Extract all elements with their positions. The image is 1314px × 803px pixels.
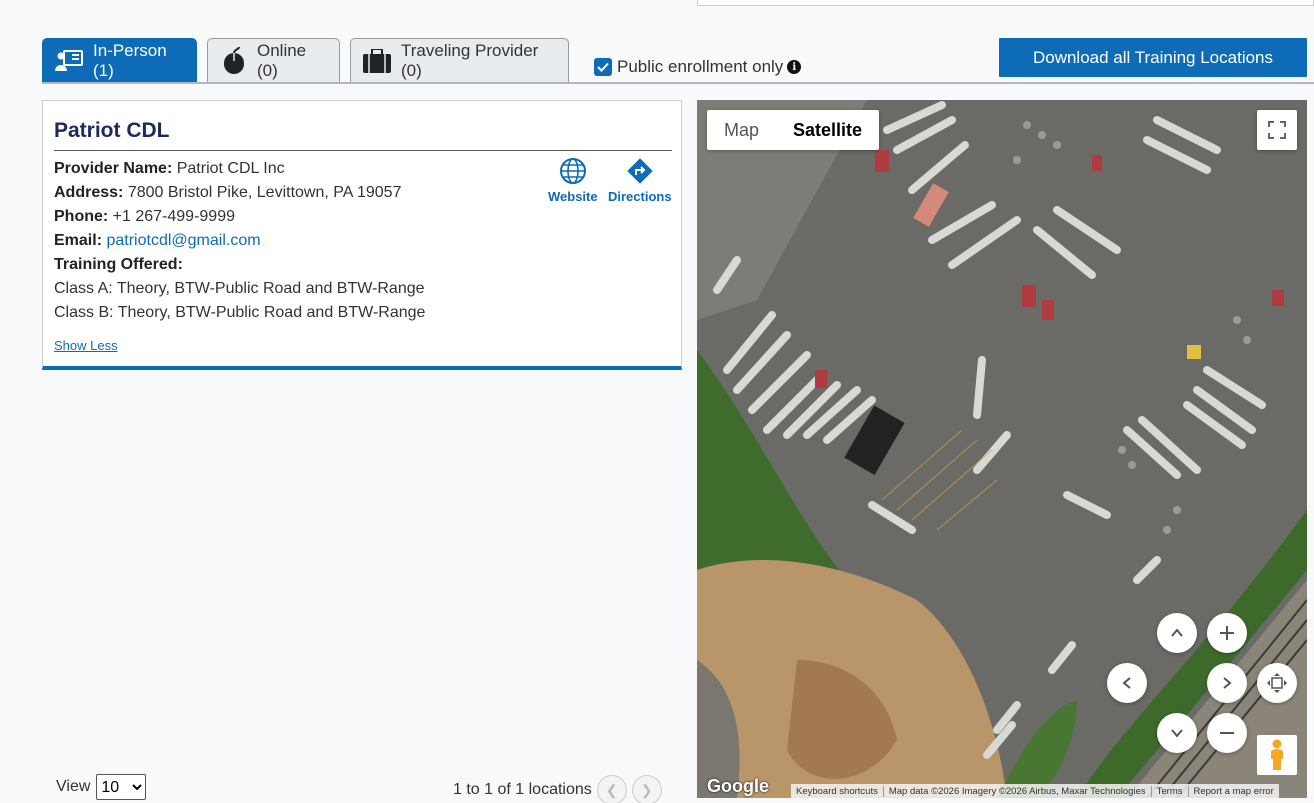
person-card-icon [55,47,83,75]
page-size-control: View 10 [56,774,147,800]
directions-link[interactable]: Directions [608,157,672,204]
download-locations-button[interactable]: Download all Training Locations [999,38,1307,77]
public-enrollment-checkbox[interactable] [594,58,612,76]
map-type-control: Map Satellite [707,110,880,150]
map-type-satellite[interactable]: Satellite [776,110,879,150]
briefcase-icon [363,47,391,75]
public-enrollment-filter[interactable]: Public enrollment only i [594,57,802,77]
pagination: 1 to 1 of 1 locations ❮ ❯ [453,775,662,803]
plus-icon [1220,626,1234,640]
info-icon[interactable]: i [787,60,802,74]
phone-label: Phone: [54,208,109,225]
directions-label: Directions [608,189,672,204]
chevron-down-icon [1171,729,1183,738]
show-less-link[interactable]: Show Less [54,338,118,353]
provider-card: Patriot CDL Provider Name: Patriot CDL I… [42,100,682,370]
provider-name: Patriot CDL Inc [176,160,285,177]
chevron-right-icon [1223,677,1232,689]
report-error-link[interactable]: Report a map error [1187,785,1279,797]
recenter-icon [1267,673,1287,693]
previous-page-button[interactable]: ❮ [596,775,627,803]
tab-online[interactable]: Online (0) [207,38,340,83]
provider-name-label: Provider Name: [54,160,173,177]
pegman-icon [1271,739,1283,770]
email-link[interactable]: patriotcdl@gmail.com [106,232,260,249]
google-logo: Google [707,776,769,796]
chevron-up-icon [1171,628,1183,637]
map-data-credit: Map data ©2026 Imagery ©2026 Airbus, Max… [882,785,1151,797]
chevron-right-icon: ❯ [640,781,653,798]
divider [54,150,672,151]
view-label: View [56,778,91,795]
provider-details: Provider Name: Patriot CDL Inc Address: … [54,157,425,325]
top-strip [697,0,1314,6]
training-item: Class A: Theory, BTW-Public Road and BTW… [54,280,425,297]
address-label: Address: [54,184,124,201]
email-label: Email: [54,232,103,249]
chevron-left-icon [1122,677,1131,689]
directions-icon [627,158,653,184]
tab-label: Online (0) [257,41,307,80]
globe-icon [559,158,586,184]
website-label: Website [548,189,598,204]
address-value: 7800 Bristol Pike, Levittown, PA 19057 [127,184,402,201]
terms-link[interactable]: Terms [1150,785,1188,797]
website-link[interactable]: Website [548,157,598,204]
pan-right-button[interactable] [1207,663,1247,703]
phone-value: +1 267-499-9999 [112,208,235,225]
fullscreen-button[interactable] [1257,110,1297,150]
minus-icon [1220,732,1234,734]
next-page-button[interactable]: ❯ [631,775,662,803]
chevron-left-icon: ❮ [605,781,618,798]
tab-label: In-Person (1) [93,41,167,80]
public-enrollment-label: Public enrollment only [617,57,784,76]
map-attribution: Keyboard shortcuts Map data ©2026 Imager… [791,784,1279,798]
provider-title: Patriot CDL [54,119,170,142]
fullscreen-icon [1268,121,1286,139]
pan-up-button[interactable] [1157,613,1197,653]
tab-traveling-provider[interactable]: Traveling Provider (0) [350,38,569,83]
tab-label: Traveling Provider (0) [401,41,539,80]
tab-in-person[interactable]: In-Person (1) [42,38,197,83]
street-view-pegman[interactable] [1257,735,1297,775]
pagination-summary: 1 to 1 of 1 locations [453,781,592,798]
pan-left-button[interactable] [1107,663,1147,703]
training-label: Training Offered: [54,256,183,273]
mouse-icon [220,47,247,75]
tab-underline [42,82,1314,84]
map-type-map[interactable]: Map [707,110,776,150]
satellite-map[interactable]: Map Satellite Google Keyboard shortcuts … [697,100,1307,798]
training-item: Class B: Theory, BTW-Public Road and BTW… [54,304,426,321]
zoom-out-button[interactable] [1207,713,1247,753]
zoom-in-button[interactable] [1207,613,1247,653]
page-size-select[interactable]: 10 [96,774,147,800]
keyboard-shortcuts-link[interactable]: Keyboard shortcuts [791,786,883,797]
pan-down-button[interactable] [1157,713,1197,753]
recenter-button[interactable] [1257,663,1297,703]
